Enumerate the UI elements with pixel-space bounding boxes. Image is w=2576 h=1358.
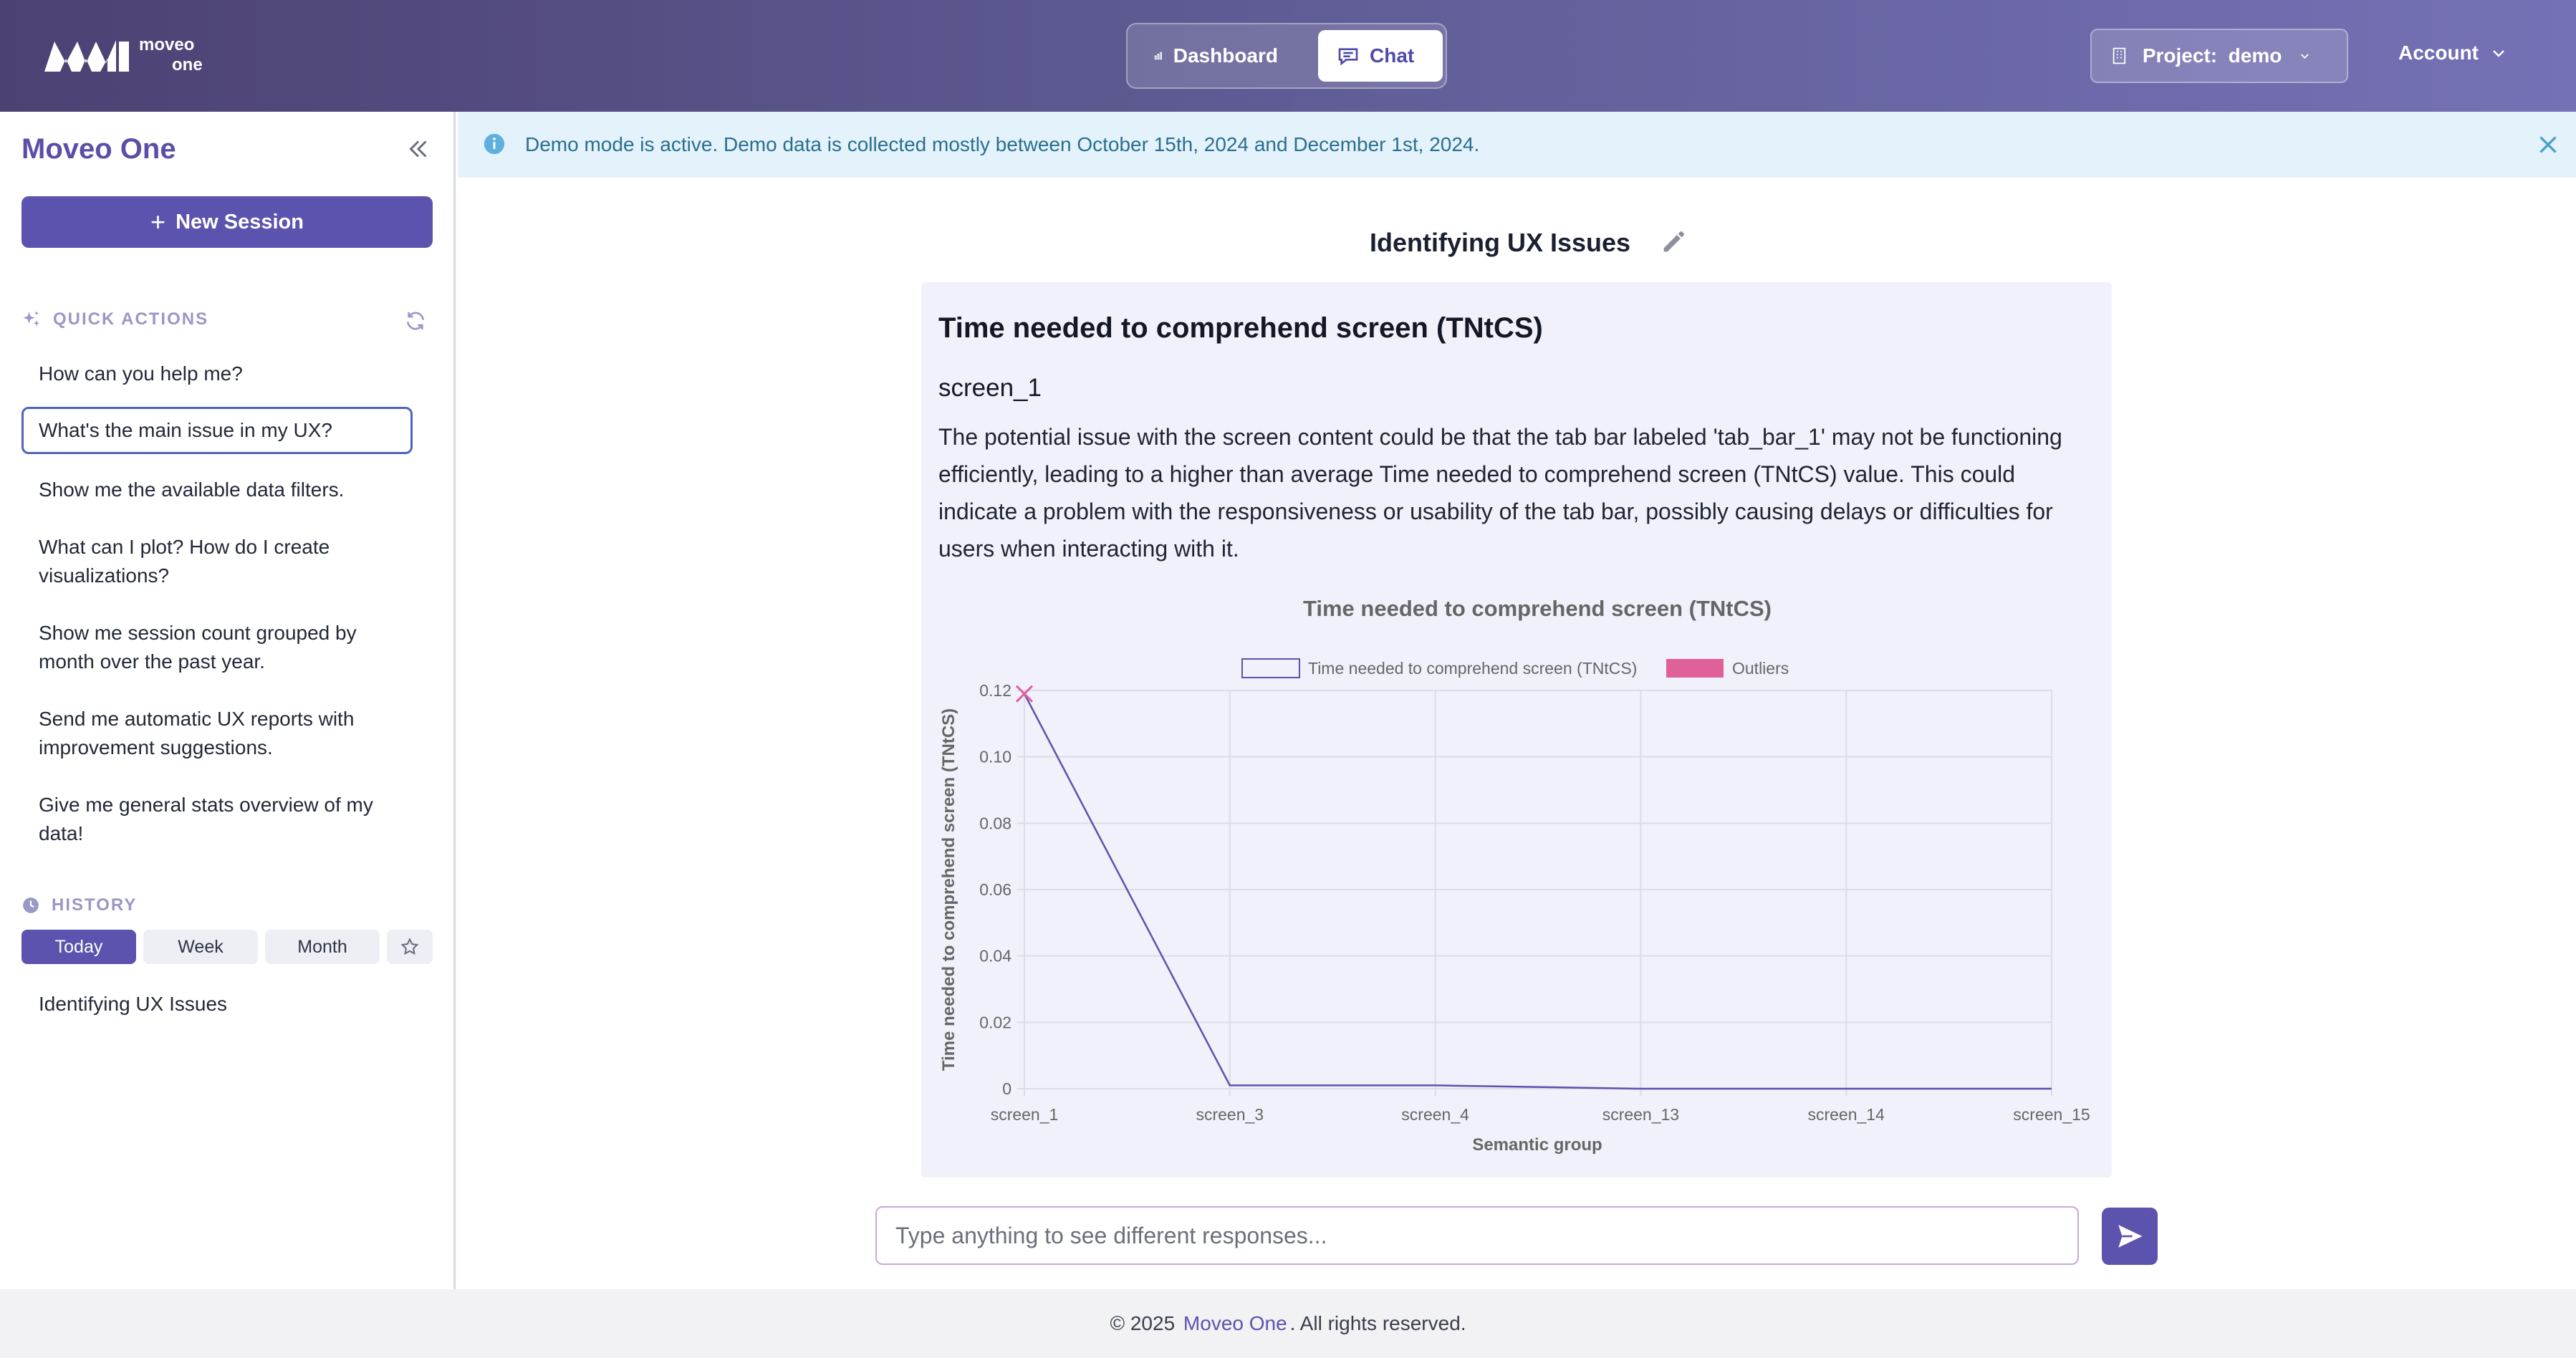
- x-tick-label: screen_14: [1807, 1105, 1885, 1124]
- bar-chart-icon: [1154, 52, 1163, 60]
- send-icon: [2118, 1225, 2143, 1248]
- sidebar: Moveo One + New Session QUICK ACTIONS Ho…: [0, 112, 456, 1289]
- footer-copyright: © 2025: [1110, 1312, 1176, 1334]
- tntcs-line-chart: 0 0.02 0.04 0.06 0.08 0.10 0.12 screen_1 screen_…: [939, 596, 2090, 1155]
- quick-action-item[interactable]: Show me session count grouped by month o…: [21, 619, 413, 676]
- message-input-wrapper: [875, 1206, 2079, 1265]
- quick-action-item[interactable]: Send me automatic UX reports with improv…: [21, 705, 413, 762]
- legend-label-series: Time needed to comprehend screen (TNtCS): [1308, 659, 1637, 678]
- top-header: moveo one Dashboard Chat Project: demo A…: [0, 0, 2576, 112]
- new-session-button[interactable]: + New Session: [21, 196, 433, 248]
- series-line: [1023, 693, 2052, 1090]
- sidebar-brand: Moveo One: [21, 133, 176, 165]
- view-toggle: Dashboard Chat: [1126, 23, 1447, 89]
- history-item[interactable]: Identifying UX Issues: [39, 993, 227, 1016]
- chevron-down-icon: [2493, 50, 2504, 57]
- response-subheading: screen_1: [938, 374, 1042, 402]
- refresh-icon[interactable]: [404, 309, 427, 332]
- project-selector[interactable]: Project: demo: [2090, 29, 2348, 83]
- chart-title: Time needed to comprehend screen (TNtCS): [1303, 596, 1772, 621]
- y-tick-label: 0.12: [979, 681, 1011, 700]
- quick-action-item[interactable]: What can I plot? How do I create visuali…: [21, 533, 413, 590]
- x-tick-label: screen_1: [991, 1105, 1059, 1124]
- footer: © 2025 Moveo One. All rights reserved.: [0, 1289, 2576, 1358]
- banner-text: Demo mode is active. Demo data is collec…: [525, 133, 1480, 155]
- info-icon: [484, 133, 505, 155]
- response-body: The potential issue with the screen cont…: [938, 424, 2062, 562]
- footer-rights: . All rights reserved.: [1289, 1312, 1466, 1334]
- moveo-logo-icon: [44, 40, 129, 72]
- response-heading: Time needed to comprehend screen (TNtCS): [938, 312, 1543, 344]
- sparkles-icon: [23, 311, 40, 327]
- favorites-filter-button[interactable]: [387, 930, 433, 964]
- message-input[interactable]: [895, 1222, 2059, 1249]
- account-label: Account: [2398, 42, 2479, 64]
- logo[interactable]: moveo one: [42, 34, 203, 76]
- y-axis-label: Time needed to comprehend screen (TNtCS): [939, 708, 958, 1071]
- y-tick-label: 0.02: [979, 1013, 1011, 1031]
- plus-icon: +: [150, 207, 166, 236]
- logo-text-line2: one: [172, 55, 203, 74]
- send-button[interactable]: [2102, 1208, 2158, 1265]
- history-tab-month[interactable]: Month: [265, 930, 380, 964]
- project-label: Project:: [2142, 44, 2218, 67]
- account-menu[interactable]: Account: [2398, 42, 2507, 64]
- project-value: demo: [2228, 44, 2282, 67]
- quick-action-item-selected[interactable]: What's the main issue in my UX?: [21, 407, 413, 454]
- y-tick-label: 0: [1002, 1079, 1011, 1098]
- x-tick-label: screen_15: [2013, 1105, 2090, 1124]
- quick-actions-label: QUICK ACTIONS: [53, 309, 209, 329]
- y-tick-label: 0.06: [979, 880, 1011, 899]
- tab-chat-label: Chat: [1370, 44, 1415, 67]
- history-header: HISTORY: [21, 895, 137, 915]
- history-tab-week[interactable]: Week: [143, 930, 258, 964]
- history-tabs: Today Week Month: [21, 930, 440, 964]
- demo-banner: Demo mode is active. Demo data is collec…: [458, 112, 2576, 178]
- y-tick-label: 0.10: [979, 748, 1011, 766]
- legend-swatch-series: [1241, 658, 1300, 678]
- logo-text-line1: moveo: [139, 35, 195, 54]
- legend-label-outliers: Outliers: [1732, 659, 1789, 678]
- chat-bubble-icon: [1338, 48, 1358, 66]
- tab-dashboard[interactable]: Dashboard: [1135, 30, 1297, 82]
- legend-swatch-outliers: [1666, 659, 1724, 678]
- x-tick-label: screen_3: [1196, 1105, 1264, 1124]
- footer-brand-link[interactable]: Moveo One: [1183, 1312, 1287, 1335]
- collapse-sidebar-icon[interactable]: [405, 136, 431, 162]
- y-tick-label: 0.04: [979, 947, 1011, 965]
- close-icon[interactable]: [2535, 132, 2561, 158]
- x-tick-label: screen_4: [1401, 1105, 1469, 1124]
- x-axis-label: Semantic group: [1472, 1135, 1602, 1155]
- clock-icon: [23, 897, 39, 913]
- building-icon: [2113, 47, 2126, 64]
- quick-action-item[interactable]: Show me the available data filters.: [21, 476, 413, 504]
- tab-chat[interactable]: Chat: [1318, 30, 1443, 82]
- star-icon: [400, 938, 419, 955]
- y-tick-label: 0.08: [979, 814, 1011, 832]
- quick-actions-header: QUICK ACTIONS: [21, 309, 208, 329]
- history-label: HISTORY: [52, 895, 138, 915]
- new-session-label: New Session: [176, 210, 304, 233]
- conversation-title: Identifying UX Issues: [1370, 228, 1631, 257]
- x-tick-label: screen_13: [1602, 1105, 1679, 1124]
- quick-action-item[interactable]: Give me general stats overview of my dat…: [21, 791, 413, 848]
- history-tab-today[interactable]: Today: [21, 930, 136, 964]
- quick-action-item[interactable]: How can you help me?: [21, 360, 413, 388]
- chevron-down-icon: [2301, 54, 2310, 59]
- tab-dashboard-label: Dashboard: [1173, 44, 1278, 67]
- pencil-icon[interactable]: [1659, 228, 1688, 256]
